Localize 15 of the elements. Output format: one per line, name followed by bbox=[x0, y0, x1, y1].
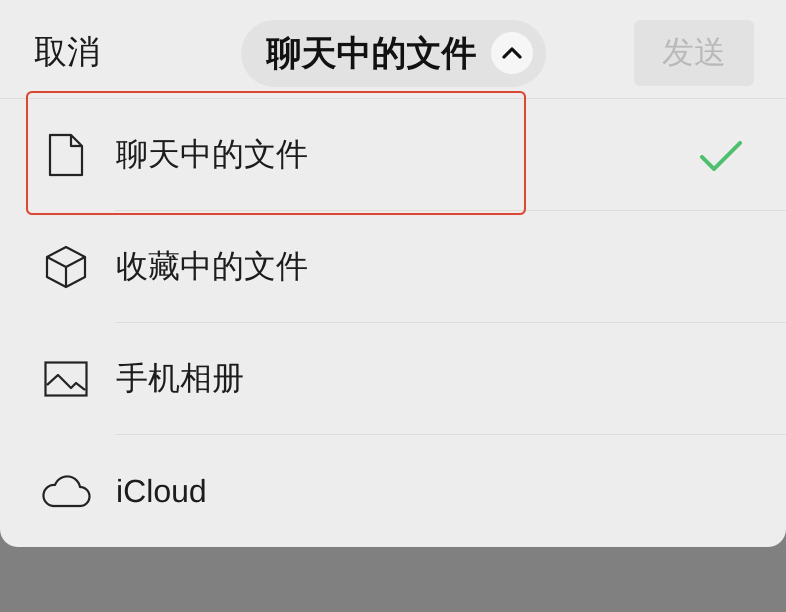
cancel-button[interactable]: 取消 bbox=[32, 28, 102, 76]
dropdown-title: 聊天中的文件 bbox=[266, 32, 476, 74]
cube-icon bbox=[45, 245, 87, 289]
source-item[interactable]: 手机相册 bbox=[0, 323, 786, 435]
source-item[interactable]: iCloud bbox=[0, 435, 786, 547]
source-item[interactable]: 收藏中的文件 bbox=[0, 211, 786, 323]
source-label: 聊天中的文件 bbox=[116, 135, 308, 174]
source-dropdown[interactable]: 聊天中的文件 bbox=[240, 20, 546, 86]
source-item[interactable]: 聊天中的文件 bbox=[0, 99, 786, 211]
source-label: 收藏中的文件 bbox=[116, 247, 308, 286]
picture-icon bbox=[44, 361, 88, 397]
document-icon bbox=[48, 133, 84, 177]
source-label: iCloud bbox=[116, 472, 207, 510]
source-label: 手机相册 bbox=[116, 359, 244, 398]
cloud-icon bbox=[41, 474, 91, 508]
